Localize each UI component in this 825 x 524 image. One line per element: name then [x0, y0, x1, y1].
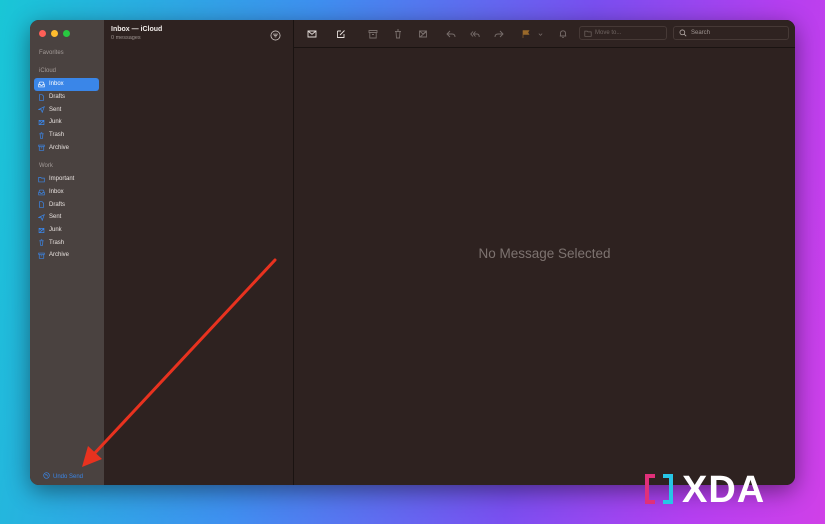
archive-icon [38, 252, 45, 259]
filter-button[interactable] [270, 28, 281, 41]
inbox-icon [38, 81, 45, 88]
mailbox-title: Inbox — iCloud [111, 26, 163, 33]
sidebar: Favorites iCloud Inbox Drafts Sent Junk … [30, 20, 105, 485]
zoom-button[interactable] [63, 30, 70, 37]
trash-icon [395, 29, 401, 39]
close-button[interactable] [39, 30, 46, 37]
search-placeholder: Search [691, 30, 711, 36]
sidebar-item-label: Sent [49, 214, 62, 221]
sidebar-item-label: Inbox [49, 189, 64, 196]
search-field[interactable]: Search [673, 26, 789, 40]
sidebar-item-label: Archive [49, 144, 70, 151]
compose-button[interactable] [335, 28, 347, 40]
sidebar-item-label: Trash [49, 239, 65, 246]
archive-button[interactable] [367, 28, 379, 40]
reply-button[interactable] [445, 28, 457, 40]
paperplane-icon [38, 106, 45, 114]
delete-button[interactable] [392, 28, 404, 40]
inbox-icon [38, 189, 45, 196]
undo-send-label: Undo Send [53, 473, 84, 480]
sidebar-item-icloud-trash[interactable]: Trash [34, 129, 99, 142]
junk-button[interactable] [417, 28, 429, 40]
bell-icon [559, 30, 567, 38]
forward-button[interactable] [493, 28, 505, 40]
mail-window: Favorites iCloud Inbox Drafts Sent Junk … [30, 20, 795, 485]
icloud-mailbox-list: Inbox Drafts Sent Junk Trash Archive [34, 78, 99, 154]
document-icon [38, 93, 45, 101]
move-to-placeholder: Move to... [595, 30, 622, 36]
sidebar-item-work-important[interactable]: Important [34, 173, 99, 186]
filter-icon [270, 30, 281, 41]
trash-icon [38, 131, 45, 139]
xda-watermark: XDA [640, 468, 810, 512]
trash-icon [38, 239, 45, 246]
reply-icon [446, 30, 456, 38]
archive-icon [368, 30, 378, 39]
message-viewer: Move to... Search No Message Selected [294, 20, 795, 485]
sidebar-item-label: Archive [49, 252, 70, 259]
flag-button[interactable] [520, 28, 532, 40]
sidebar-item-work-trash[interactable]: Trash [34, 236, 99, 249]
icloud-section-title[interactable]: iCloud [39, 68, 56, 74]
paperplane-icon [38, 213, 45, 221]
sidebar-item-label: Junk [49, 227, 62, 234]
undo-send-button[interactable]: Undo Send [43, 472, 83, 481]
minimize-button[interactable] [51, 30, 58, 37]
junk-icon [38, 119, 45, 126]
undo-icon [43, 472, 50, 481]
sidebar-item-label: Trash [49, 132, 65, 139]
document-icon [38, 201, 45, 208]
reply-all-icon [470, 31, 480, 38]
sidebar-item-work-inbox[interactable]: Inbox [34, 186, 99, 199]
no-message-selected-label: No Message Selected [478, 246, 611, 261]
message-count: 0 messages [111, 35, 141, 41]
envelope-icon [307, 30, 317, 38]
sidebar-item-label: Important [49, 176, 75, 183]
work-section-title[interactable]: Work [39, 163, 53, 169]
favorites-section-title[interactable]: Favorites [39, 50, 64, 56]
sidebar-item-icloud-archive[interactable]: Archive [34, 141, 99, 154]
chevron-down-icon[interactable] [538, 32, 543, 37]
notify-button[interactable] [557, 28, 569, 40]
sidebar-item-work-junk[interactable]: Junk [34, 224, 99, 237]
move-to-field[interactable]: Move to... [579, 26, 667, 40]
work-mailbox-list: Important Inbox Drafts Sent Junk Trash A… [34, 173, 99, 262]
sidebar-item-label: Sent [49, 106, 62, 113]
archive-icon [38, 144, 45, 151]
sidebar-item-label: Drafts [49, 201, 66, 208]
xda-brand-text: XDA [682, 469, 766, 511]
sidebar-item-work-archive[interactable]: Archive [34, 249, 99, 262]
sidebar-item-icloud-drafts[interactable]: Drafts [34, 91, 99, 104]
sidebar-item-icloud-junk[interactable]: Junk [34, 116, 99, 129]
sidebar-item-work-drafts[interactable]: Drafts [34, 198, 99, 211]
junk-icon [419, 30, 427, 38]
reply-all-button[interactable] [469, 28, 481, 40]
compose-icon [337, 30, 345, 38]
folder-icon [38, 176, 45, 183]
sidebar-item-icloud-inbox[interactable]: Inbox [34, 78, 99, 91]
traffic-lights [39, 30, 70, 37]
forward-icon [494, 30, 504, 38]
search-icon [679, 29, 687, 37]
xda-logo-icon [645, 474, 673, 504]
sidebar-item-work-sent[interactable]: Sent [34, 211, 99, 224]
sidebar-item-icloud-sent[interactable]: Sent [34, 103, 99, 116]
get-mail-button[interactable] [306, 28, 318, 40]
flag-icon [522, 30, 530, 38]
message-list-pane: Inbox — iCloud 0 messages [104, 20, 294, 485]
folder-icon [584, 30, 592, 37]
sidebar-item-label: Inbox [49, 81, 64, 88]
toolbar: Move to... Search [294, 20, 795, 48]
sidebar-item-label: Junk [49, 119, 62, 126]
sidebar-item-label: Drafts [49, 94, 66, 101]
junk-icon [38, 227, 45, 234]
